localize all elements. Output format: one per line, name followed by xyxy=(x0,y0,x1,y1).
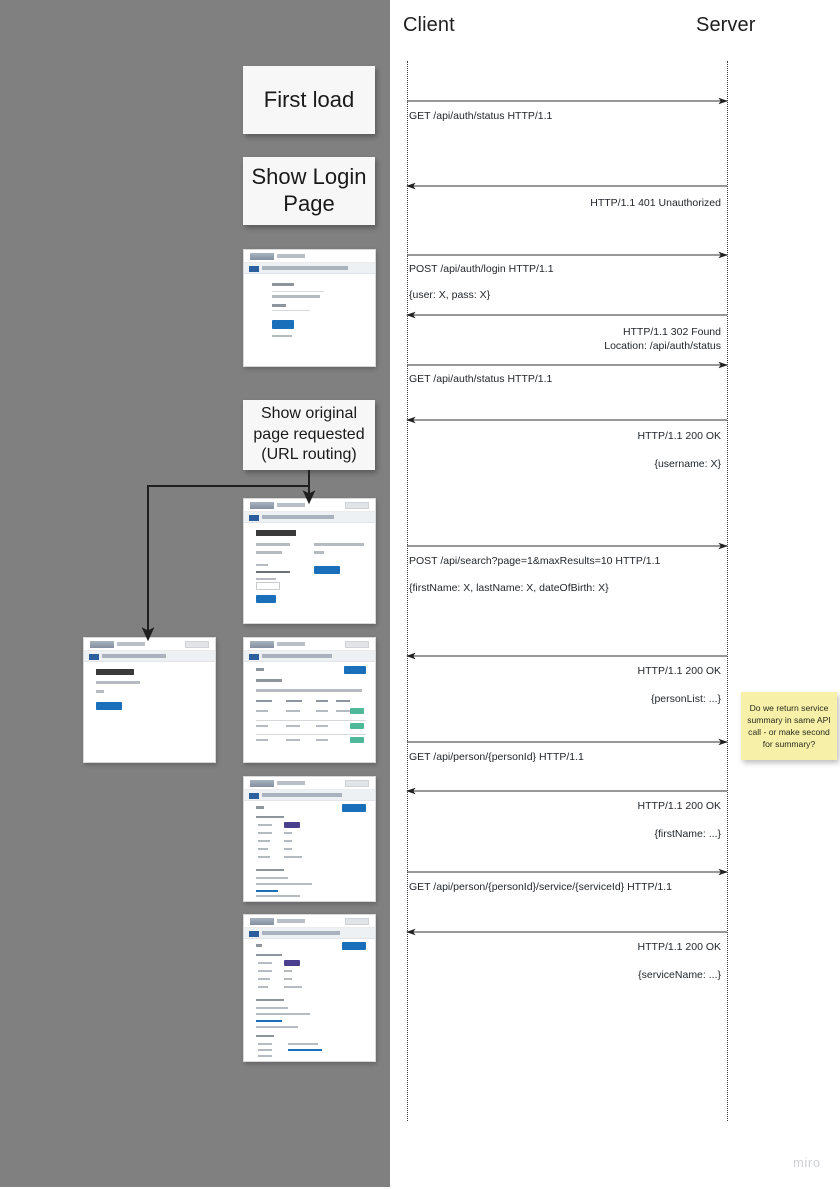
message-line: POST /api/auth/login HTTP/1.1 xyxy=(409,263,554,275)
message-label-m8: HTTP/1.1 200 OK {personList: ...} xyxy=(390,664,721,706)
message-label-m11: GET /api/person/{personId}/service/{serv… xyxy=(409,880,672,894)
message-line: HTTP/1.1 302 Found xyxy=(622,326,721,338)
flow-connector-arrows xyxy=(141,470,316,642)
message-label-m5: GET /api/auth/status HTTP/1.1 xyxy=(409,372,552,386)
sequence-diagram: Client Server GET /api/auth/status HTTP/… xyxy=(390,0,840,1189)
message-label-m1: GET /api/auth/status HTTP/1.1 xyxy=(409,109,552,123)
connector-to-landing-page xyxy=(141,470,310,642)
message-label-m9: GET /api/person/{personId} HTTP/1.1 xyxy=(409,750,584,764)
message-line: HTTP/1.1 401 Unauthorized xyxy=(590,197,721,209)
sticky-note-text: Do we return service summary in same API… xyxy=(747,702,831,750)
sticky-note-api-question[interactable]: Do we return service summary in same API… xyxy=(741,692,837,760)
message-label-m3: POST /api/auth/login HTTP/1.1 {user: X, … xyxy=(409,262,554,302)
message-label-m12: HTTP/1.1 200 OK {serviceName: ...} xyxy=(390,940,721,982)
message-line: GET /api/auth/status HTTP/1.1 xyxy=(409,110,553,122)
message-line: HTTP/1.1 200 OK xyxy=(637,430,721,442)
message-line: {firstName: X, lastName: X, dateOfBirth:… xyxy=(409,582,609,595)
miro-watermark: miro xyxy=(793,1155,821,1170)
message-line: {firstName: ...} xyxy=(654,828,721,841)
message-line: Location: /api/auth/status xyxy=(604,340,721,353)
message-line: {serviceName: ...} xyxy=(638,969,721,982)
message-line: GET /api/person/{personId} HTTP/1.1 xyxy=(409,751,584,763)
message-line: GET /api/auth/status HTTP/1.1 xyxy=(409,373,553,385)
message-label-m10: HTTP/1.1 200 OK {firstName: ...} xyxy=(390,799,721,841)
message-line: {personList: ...} xyxy=(650,693,721,706)
message-label-m6: HTTP/1.1 200 OK {username: X} xyxy=(390,429,721,471)
message-line: HTTP/1.1 200 OK xyxy=(637,665,721,677)
message-label-m2: HTTP/1.1 401 Unauthorized xyxy=(390,196,721,210)
message-line: HTTP/1.1 200 OK xyxy=(637,941,721,953)
diagram-canvas: First load Show Login Page Show original… xyxy=(0,0,840,1189)
message-line: {username: X} xyxy=(654,458,721,471)
message-label-m4: HTTP/1.1 302 Found Location: /api/auth/s… xyxy=(390,325,721,353)
message-line: HTTP/1.1 200 OK xyxy=(637,800,721,812)
message-line: GET /api/person/{personId}/service/{serv… xyxy=(409,881,673,893)
message-line: POST /api/search?page=1&maxResults=10 HT… xyxy=(409,555,661,567)
message-label-m7: POST /api/search?page=1&maxResults=10 HT… xyxy=(409,554,660,595)
message-line: {user: X, pass: X} xyxy=(409,289,491,302)
